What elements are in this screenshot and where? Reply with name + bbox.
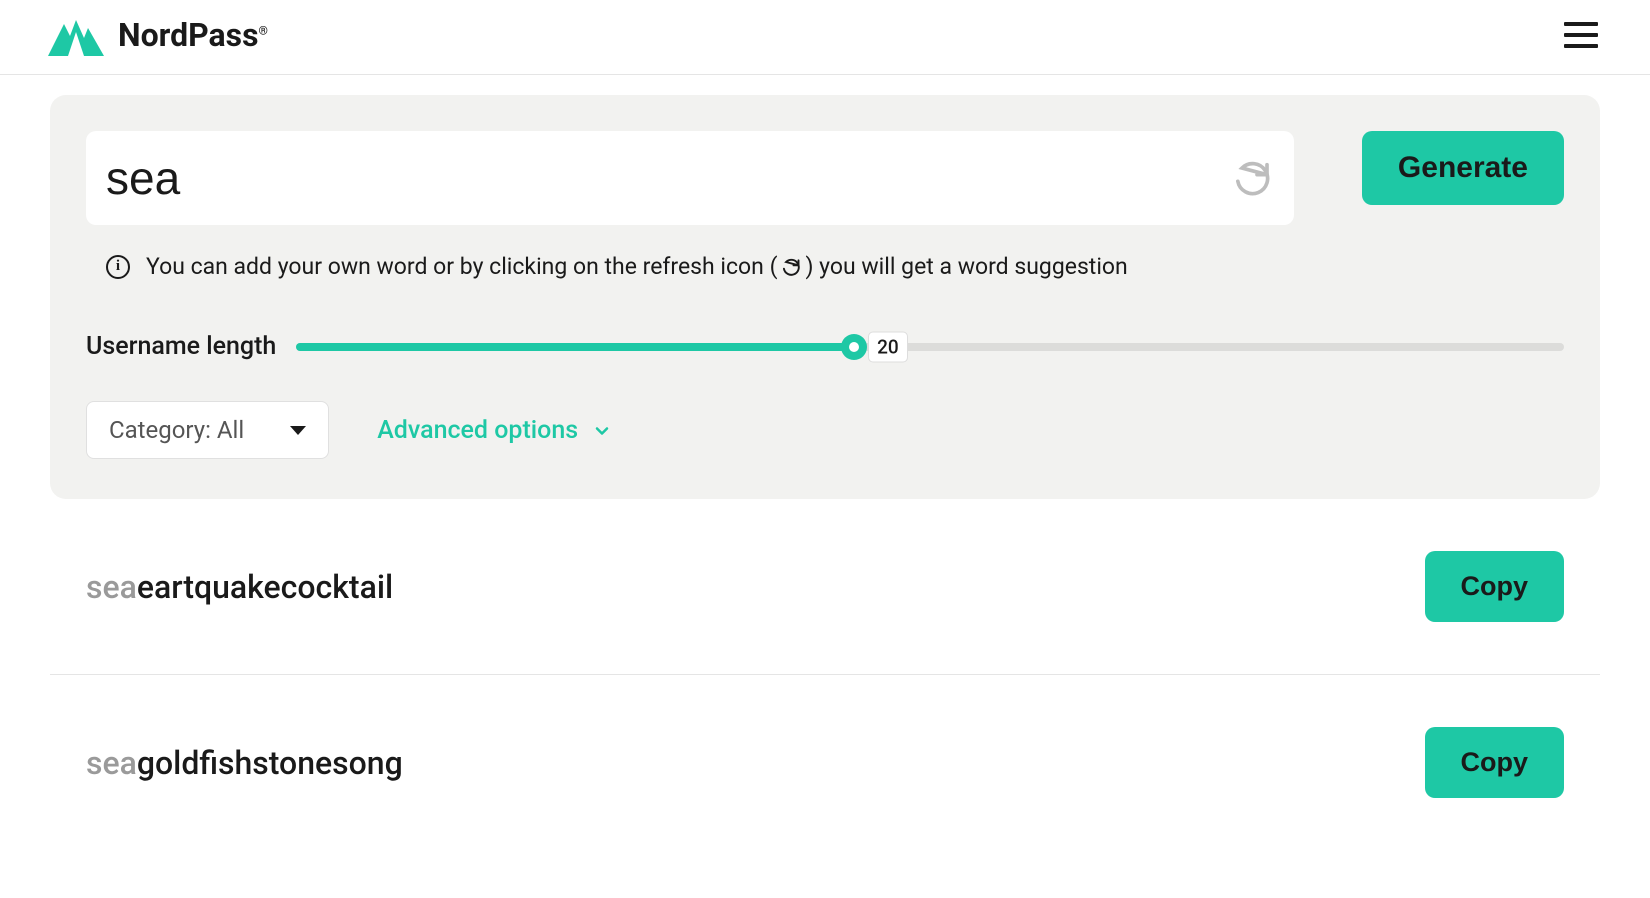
length-slider-row: Username length 20 xyxy=(86,332,1564,361)
info-icon: i xyxy=(106,255,130,279)
generator-panel: Generate i You can add your own word or … xyxy=(50,95,1600,499)
hint-row: i You can add your own word or by clicki… xyxy=(86,253,1564,280)
category-select[interactable]: Category: All xyxy=(86,401,329,459)
refresh-icon xyxy=(1232,158,1272,198)
app-header: NordPass® xyxy=(0,0,1650,75)
copy-button[interactable]: Copy xyxy=(1425,727,1565,798)
advanced-options-toggle[interactable]: Advanced options xyxy=(377,416,610,445)
result-row: seagoldfishstonesong Copy xyxy=(50,675,1600,850)
category-label: Category: All xyxy=(109,416,244,444)
result-username: seagoldfishstonesong xyxy=(86,744,403,782)
results-list: seaeartquakecocktail Copy seagoldfishsto… xyxy=(50,499,1600,850)
logo-mark-icon xyxy=(48,14,104,56)
result-row: seaeartquakecocktail Copy xyxy=(50,499,1600,675)
slider-value-badge: 20 xyxy=(868,331,908,362)
length-slider[interactable]: 20 xyxy=(296,343,1564,351)
brand-logo[interactable]: NordPass® xyxy=(48,14,268,56)
generate-button[interactable]: Generate xyxy=(1362,131,1564,205)
advanced-options-label: Advanced options xyxy=(377,416,578,445)
caret-down-icon xyxy=(290,426,306,435)
slider-label: Username length xyxy=(86,332,276,361)
slider-thumb[interactable] xyxy=(841,334,867,360)
seed-input-wrap xyxy=(86,131,1294,225)
refresh-button[interactable] xyxy=(1230,156,1274,200)
seed-input[interactable] xyxy=(106,151,1230,205)
result-username: seaeartquakecocktail xyxy=(86,568,393,606)
brand-name: NordPass® xyxy=(118,16,268,54)
slider-fill xyxy=(296,343,854,351)
hint-text: You can add your own word or by clicking… xyxy=(146,253,1128,280)
chevron-down-icon xyxy=(592,421,610,439)
input-row: Generate xyxy=(86,131,1564,225)
hamburger-menu-icon[interactable] xyxy=(1560,18,1602,52)
inline-refresh-icon xyxy=(781,257,801,277)
controls-row: Category: All Advanced options xyxy=(86,401,1564,459)
copy-button[interactable]: Copy xyxy=(1425,551,1565,622)
